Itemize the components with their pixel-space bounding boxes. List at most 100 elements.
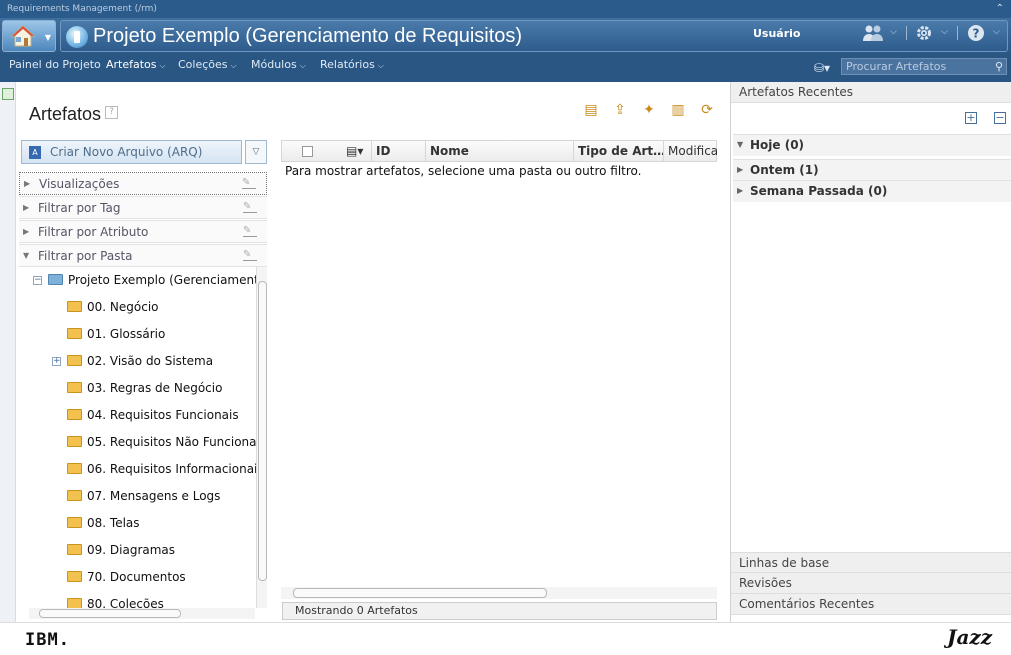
grid-icon[interactable] [2,88,14,100]
chevron-down-icon: ▼ [44,33,51,42]
search-icon[interactable]: ⚲ [995,59,1003,74]
eraser-icon[interactable]: ✎ [242,178,256,189]
folder-icon [67,409,82,420]
nav-label: Relatórios [320,58,375,71]
column-modificado[interactable]: Modificado [664,141,717,161]
nav-item-relatorios[interactable]: Relatórios ⌵ [320,59,384,72]
new-artifact-icon[interactable]: ✦ [640,101,658,119]
chevron-down-icon: ⌵ [299,61,306,70]
folder-icon [67,328,82,339]
tree-horizontal-scrollbar[interactable] [29,608,255,619]
nav-item-colecoes[interactable]: Coleções ⌵ [178,59,237,72]
new-folder-icon[interactable]: ▤ [582,101,600,119]
expand-all-icon[interactable]: + [965,112,977,124]
tree-folder[interactable]: 07. Mensagens e Logs [67,486,220,506]
chevron-down-icon[interactable]: ⌵ [993,27,1000,37]
eraser-icon[interactable]: ✎ [243,226,257,237]
tree-folder[interactable]: 02. Visão do Sistema [67,351,213,371]
tree-folder[interactable]: 70. Documentos [67,567,186,587]
search-input[interactable]: Procurar Artefatos ⚲ [841,58,1007,75]
folder-icon [67,436,82,447]
group-label: Ontem (1) [750,163,819,177]
report-icon[interactable]: ▥ [669,101,687,119]
tree-folder[interactable]: 80. Coleções [67,594,164,608]
tree-vertical-scrollbar[interactable] [256,267,267,608]
collapse-icon[interactable]: − [33,276,42,285]
filter-visualizacoes[interactable]: ▶ Visualizações ✎ [19,172,267,195]
separator [906,26,907,40]
expand-icon[interactable]: + [52,357,61,366]
tree-folder[interactable]: 03. Regras de Negócio [67,378,222,398]
create-dropdown-button[interactable]: ▽ [245,140,267,164]
column-nome[interactable]: Nome [426,141,574,161]
panel-linhas-de-base[interactable]: Linhas de base [731,552,1011,573]
recent-group-semana[interactable]: ▶ Semana Passada (0) [733,180,1011,202]
help-icon[interactable]: ? [105,106,118,119]
nav-item-modulos[interactable]: Módulos ⌵ [251,59,306,72]
filter-label: Filtrar por Atributo [38,225,149,239]
tree-folder[interactable]: 00. Negócio [67,297,159,317]
collapse-all-icon[interactable]: − [994,112,1006,124]
recent-group-hoje[interactable]: ▼ Hoje (0) [733,134,1011,156]
gear-icon[interactable] [915,24,933,46]
project-icon [66,26,88,48]
svg-text:?: ? [973,27,980,41]
tree-folder[interactable]: 06. Requisitos Informacionais [67,459,256,479]
panel-revisoes[interactable]: Revisões [731,573,1011,594]
create-artifact-button[interactable]: A Criar Novo Arquivo (ARQ) [21,140,242,164]
chevron-down-icon: ⌵ [230,61,237,70]
jazz-logo: Jazz [947,625,993,649]
panel-comentarios[interactable]: Comentários Recentes [731,594,1011,615]
recent-artifacts-header[interactable]: Artefatos Recentes [731,82,1011,103]
nav-item-painel[interactable]: Painel do Projeto [9,59,101,71]
nav-item-artefatos[interactable]: Artefatos ⌵ [106,59,166,72]
column-id[interactable]: ID [372,141,426,161]
tree-folder[interactable]: 05. Requisitos Não Funcionais [67,432,256,452]
folder-tree: − Projeto Exemplo (Gerenciamento de Requ… [19,267,256,608]
filter-label: Visualizações [39,177,120,191]
tree-label: 05. Requisitos Não Funcionais [87,435,256,449]
window-title-bar: Requirements Management (/rm) ⌃ [0,0,1011,18]
filter-tag[interactable]: ▶ Filtrar por Tag ✎ [19,196,267,219]
filter-pasta[interactable]: ▼ Filtrar por Pasta ✎ [19,244,267,267]
tree-folder[interactable]: 09. Diagramas [67,540,175,560]
tree-folder[interactable]: 01. Glossário [67,324,165,344]
scroll-thumb[interactable] [258,281,267,581]
search-scope-icon[interactable]: ⛁▾ [814,61,830,75]
help-icon[interactable]: ? [967,24,985,46]
users-icon[interactable] [862,24,884,46]
home-button[interactable]: ▼ [2,20,56,52]
chevron-down-icon: ▽ [252,147,260,157]
tree-label: 80. Coleções [87,597,164,608]
tree-folder[interactable]: 04. Requisitos Funcionais [67,405,239,425]
folder-icon [67,598,82,608]
collapse-header-icon[interactable]: ⌃ [996,0,1004,18]
eraser-icon[interactable]: ✎ [243,202,257,213]
nav-label: Painel do Projeto [9,58,101,71]
grid-horizontal-scrollbar[interactable] [281,587,717,599]
separator [957,26,958,40]
scroll-thumb[interactable] [39,609,181,618]
eraser-icon[interactable]: ✎ [243,250,257,261]
expand-icon: ▶ [23,203,30,212]
expand-icon: ▶ [737,186,744,195]
filter-atributo[interactable]: ▶ Filtrar por Atributo ✎ [19,220,267,243]
chevron-down-icon[interactable]: ⌵ [890,27,897,37]
nav-bar: Painel do Projeto Artefatos ⌵ Coleções ⌵ M… [0,55,1011,82]
import-icon[interactable]: ⇪ [611,101,629,119]
recent-group-ontem[interactable]: ▶ Ontem (1) [733,159,1011,181]
select-all-checkbox[interactable] [302,146,313,157]
tree-root[interactable]: Projeto Exemplo (Gerenciamento de Requis… [48,270,256,290]
chevron-down-icon: ⌵ [159,61,166,70]
scroll-thumb[interactable] [293,588,547,598]
refresh-icon[interactable]: ⟳ [698,101,716,119]
create-label: Criar Novo Arquivo (ARQ) [50,145,203,159]
artifact-icon: A [29,146,41,159]
column-view-menu[interactable]: ▤▾ [342,141,372,161]
user-menu[interactable]: Usuário [753,27,801,40]
chevron-down-icon[interactable]: ⌵ [941,27,948,37]
tree-folder[interactable]: 08. Telas [67,513,140,533]
column-tipo[interactable]: Tipo de Art… [574,141,664,161]
filter-label: Filtrar por Pasta [38,249,133,263]
group-label: Semana Passada (0) [750,184,888,198]
